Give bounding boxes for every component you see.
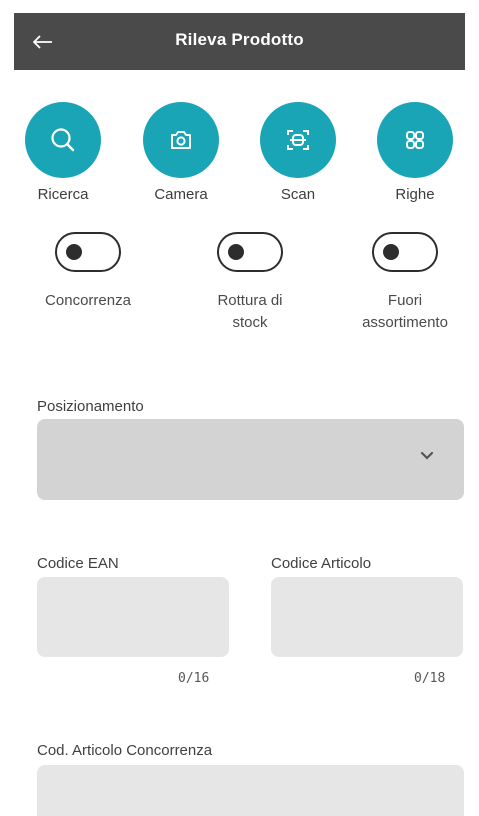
scan-icon — [287, 130, 309, 150]
switch-knob — [66, 244, 82, 260]
fuori-assortimento-label: Fuori assortimento — [362, 290, 448, 334]
search-icon — [51, 128, 75, 152]
action-bar: Ricerca Camera Scan Righe — [0, 102, 479, 212]
rows-button-circle — [377, 102, 453, 178]
cod-articolo-concorrenza-input[interactable] — [37, 765, 464, 816]
fuori-assortimento-switch[interactable] — [372, 232, 438, 272]
toggle-label-line: Fuori — [387, 292, 423, 309]
codice-ean-input[interactable] — [37, 577, 229, 657]
concorrenza-label: Concorrenza — [45, 290, 131, 312]
posizionamento-label: Posizionamento — [37, 398, 144, 415]
rows-button[interactable]: Righe — [365, 102, 465, 203]
app-header: Rileva Prodotto — [14, 13, 465, 70]
toggle-group: Concorrenza Rottura di stock Fuori assor… — [0, 232, 479, 352]
toggle-concorrenza: Concorrenza — [18, 232, 158, 312]
codice-articolo-input[interactable] — [271, 577, 463, 657]
codice-ean-counter: 0/16 — [178, 671, 210, 686]
camera-button-circle — [143, 102, 219, 178]
codice-articolo-label: Codice Articolo — [271, 555, 372, 572]
page-title: Rileva Prodotto — [175, 30, 304, 49]
codice-articolo-counter: 0/18 — [414, 671, 446, 686]
posizionamento-select[interactable] — [37, 419, 464, 500]
concorrenza-switch[interactable] — [55, 232, 121, 272]
toggle-fuori-assortimento: Fuori assortimento — [335, 232, 475, 334]
switch-knob — [228, 244, 244, 260]
toggle-label-line: Rottura di — [217, 292, 283, 309]
search-button[interactable]: Ricerca — [13, 102, 113, 203]
codice-ean-label: Codice EAN — [37, 555, 119, 572]
toggle-label-line: assortimento — [362, 314, 448, 331]
rottura-stock-label: Rottura di stock — [217, 290, 282, 334]
switch-knob — [383, 244, 399, 260]
toggle-rottura-stock: Rottura di stock — [180, 232, 320, 334]
scan-button[interactable]: Scan — [248, 102, 348, 203]
toggle-label-line: Concorrenza — [45, 292, 131, 309]
camera-button-label: Camera — [154, 186, 208, 203]
cod-articolo-concorrenza-label: Cod. Articolo Concorrenza — [37, 742, 213, 759]
grid-icon — [406, 131, 424, 149]
scan-button-circle — [260, 102, 336, 178]
toggle-label-line: stock — [232, 314, 268, 331]
search-button-label: Ricerca — [37, 186, 89, 203]
camera-button[interactable]: Camera — [131, 102, 231, 203]
search-button-circle — [25, 102, 101, 178]
scan-button-label: Scan — [280, 186, 316, 203]
rottura-stock-switch[interactable] — [217, 232, 283, 272]
camera-icon — [171, 131, 191, 149]
chevron-down-icon — [420, 451, 434, 460]
rows-button-label: Righe — [395, 186, 435, 203]
